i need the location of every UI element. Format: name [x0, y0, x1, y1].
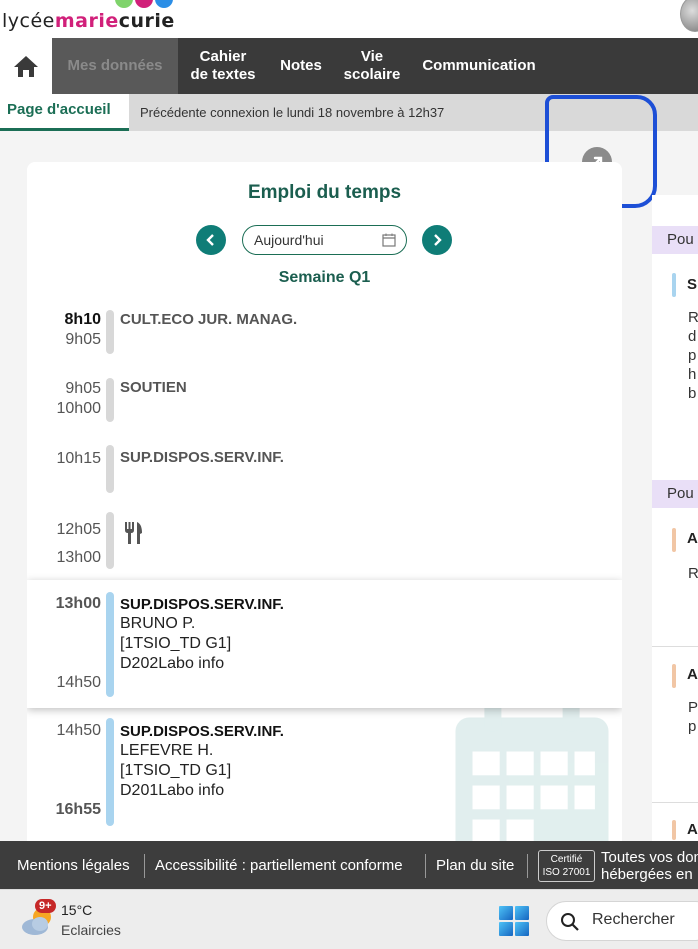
footer-separator [144, 854, 145, 878]
iso-line1: Certifié [550, 854, 583, 865]
week-label: Semaine Q1 [278, 269, 371, 286]
date-value: Aujourd'hui [254, 232, 324, 248]
slot-end: 9h05 [65, 331, 101, 348]
slot-end: 10h00 [56, 400, 102, 417]
nav-cahier-de-textes[interactable]: Cahier de textes [178, 38, 268, 94]
slot-start: 12h05 [56, 521, 102, 538]
search-icon [561, 913, 579, 931]
slot-bar [106, 718, 114, 826]
right-entry[interactable]: S [670, 271, 698, 299]
schedule-slot[interactable]: 8h10 9h05 CULT.ECO JUR. MANAG. [27, 302, 622, 357]
slot-end: 16h55 [55, 801, 101, 818]
right-entry[interactable]: A [670, 818, 698, 840]
entry-marker [672, 273, 676, 297]
slot-bar [106, 378, 114, 422]
right-section-header: Pou [652, 226, 698, 254]
footer: Mentions légales Accessibilité : partiel… [0, 841, 698, 889]
date-input[interactable]: Aujourd'hui [242, 225, 407, 255]
slot-start: 10h15 [56, 450, 102, 467]
iso-line2: ISO 27001 [542, 867, 591, 878]
footer-separator [527, 854, 528, 878]
school-logo[interactable]: lycéemariecurie [2, 10, 175, 32]
hosting-text: Toutes vos don hébergées en [601, 849, 698, 883]
fork-knife-icon [125, 522, 142, 544]
schedule-slot[interactable]: 9h05 10h00 SOUTIEN [27, 370, 622, 425]
weather-temp[interactable]: 15°C [61, 902, 92, 918]
home-button[interactable] [0, 38, 52, 94]
slot-bar [106, 445, 114, 493]
slot-bar [106, 310, 114, 354]
slot-group: [1TSIO_TD G1] [120, 762, 232, 779]
right-entry-title: A [687, 530, 698, 547]
entry-marker [672, 820, 676, 840]
slot-subject: SUP.DISPOS.SERV.INF. [120, 449, 284, 466]
schedule-title: Emploi du temps [247, 182, 402, 203]
right-entry-title: A [687, 821, 698, 838]
hosting-line2: hébergées en [601, 866, 693, 883]
os-taskbar: 9+ 15°C Eclaircies Rechercher [0, 889, 698, 949]
slot-end: 14h50 [56, 674, 102, 691]
slot-start: 13h00 [55, 595, 101, 612]
nav-mes-donnees[interactable]: Mes données [52, 38, 178, 94]
right-entry-title: A [687, 666, 698, 683]
schedule-slot-current[interactable]: 13h00 14h50 SUP.DISPOS.SERV.INF. BRUNO P… [27, 580, 622, 708]
slot-room: D201Labo info [120, 782, 225, 799]
chevron-right-icon [434, 234, 442, 246]
last-login-text: Précédente connexion le lundi 18 novembr… [140, 105, 445, 120]
entry-marker [672, 528, 676, 552]
slot-room: D202Labo info [120, 655, 225, 672]
slot-subject: CULT.ECO JUR. MANAG. [120, 311, 298, 328]
prev-day-button[interactable] [196, 225, 226, 255]
next-day-button[interactable] [422, 225, 452, 255]
hosting-line1: Toutes vos don [601, 849, 698, 866]
user-avatar[interactable] [680, 0, 698, 32]
slot-teacher: LEFEVRE H. [120, 742, 214, 759]
right-entry-text: P p [688, 699, 698, 735]
slot-start: 14h50 [56, 722, 102, 739]
footer-link-sitemap[interactable]: Plan du site [436, 857, 514, 874]
nav-notes[interactable]: Notes [268, 38, 334, 94]
schedule-slot[interactable]: 10h15 SUP.DISPOS.SERV.INF. [27, 440, 622, 495]
slot-subject: SUP.DISPOS.SERV.INF. [120, 596, 284, 613]
slot-subject: SOUTIEN [120, 379, 187, 396]
slot-group: [1TSIO_TD G1] [120, 635, 232, 652]
slot-bar [106, 512, 114, 569]
footer-separator [425, 854, 426, 878]
footer-link-accessibility[interactable]: Accessibilité : partiellement conforme [155, 857, 403, 874]
slot-end: 13h00 [56, 549, 102, 566]
divider [652, 646, 698, 647]
windows-start-icon[interactable] [499, 906, 529, 936]
nav-communication[interactable]: Communication [410, 38, 548, 94]
entry-marker [672, 664, 676, 688]
main-nav: Mes données Cahier de textes Notes Vie s… [0, 38, 698, 94]
iso-badge: Certifié ISO 27001 [538, 850, 595, 882]
schedule-card: Emploi du temps Aujourd'hui Semaine Q1 8… [27, 162, 622, 852]
tab-page-accueil[interactable]: Page d'accueil [0, 94, 129, 131]
slot-subject: SUP.DISPOS.SERV.INF. [120, 723, 284, 740]
weather-badge: 9+ [35, 899, 56, 913]
slot-start: 8h10 [64, 311, 101, 328]
right-entry-text: R [688, 565, 698, 582]
taskbar-search[interactable]: Rechercher [546, 901, 698, 941]
weather-condition[interactable]: Eclaircies [61, 922, 121, 938]
chevron-left-icon [206, 234, 214, 246]
lunch-slot: 12h05 13h00 [27, 507, 622, 577]
nav-vie-scolaire[interactable]: Vie scolaire [334, 38, 410, 94]
search-placeholder: Rechercher [592, 911, 675, 928]
divider [652, 802, 698, 803]
brand-bar: lycéemariecurie [0, 0, 698, 38]
right-section-header: Pou [652, 480, 698, 508]
right-entry[interactable]: A [670, 662, 698, 690]
slot-bar [106, 592, 114, 697]
slot-teacher: BRUNO P. [120, 615, 196, 632]
schedule-slot[interactable]: 14h50 16h55 SUP.DISPOS.SERV.INF. LEFEVRE… [27, 710, 622, 840]
calendar-icon[interactable] [382, 233, 396, 247]
right-entry-text: R d p h b [688, 309, 698, 402]
home-icon [14, 56, 38, 77]
right-entry[interactable]: A [670, 526, 698, 554]
footer-link-legal[interactable]: Mentions légales [17, 857, 130, 874]
slot-start: 9h05 [65, 380, 101, 397]
right-entry-title: S [687, 276, 698, 293]
